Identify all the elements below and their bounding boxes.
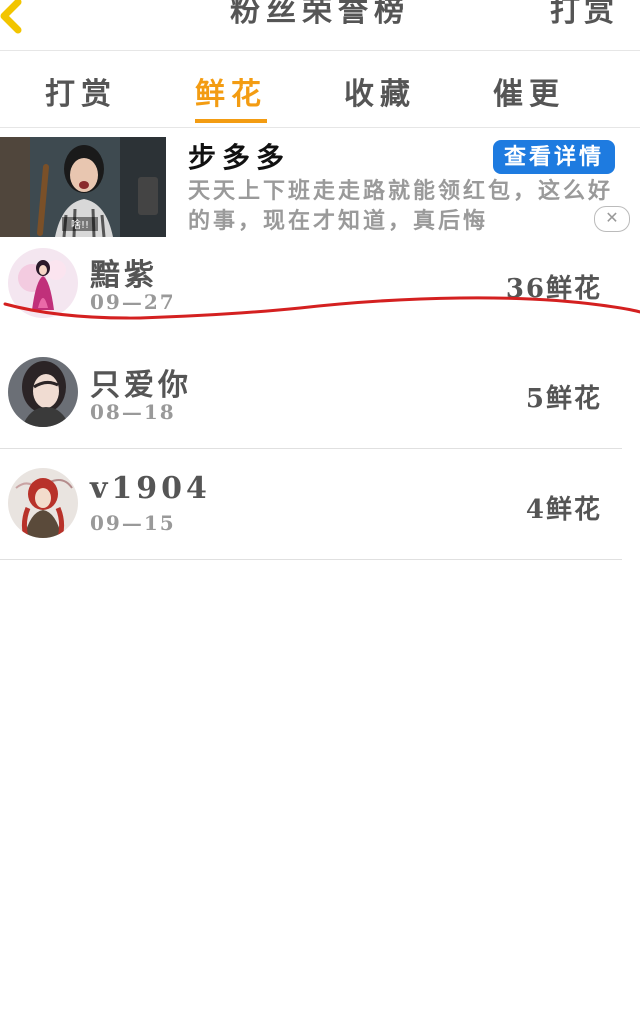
fan-name: 黯紫 — [90, 258, 158, 293]
tab-flowers[interactable]: 鲜花 — [181, 69, 281, 113]
avatar[interactable] — [8, 248, 78, 318]
avatar[interactable] — [8, 468, 78, 538]
ad-app-name: 步多多 — [188, 141, 291, 174]
fan-row[interactable]: 只爱你 08—18 5鲜花 — [0, 338, 622, 449]
ad-banner[interactable]: 啥!! 步多多 查看详情 天天上下班走走路就能领红包，这么好的事，现在才知道，真… — [0, 130, 640, 238]
fan-row[interactable]: v1904 09—15 4鲜花 — [0, 449, 622, 560]
fan-date: 08—18 — [90, 400, 176, 424]
tab-favorites[interactable]: 收藏 — [330, 69, 430, 113]
flower-count: 36鲜花 — [505, 274, 602, 304]
view-details-button[interactable]: 查看详情 — [493, 140, 615, 174]
close-icon: ✕ — [605, 208, 619, 227]
avatar[interactable] — [8, 357, 78, 427]
fan-date: 09—27 — [90, 290, 176, 314]
flower-count: 4鲜花 — [525, 495, 602, 525]
tab-reward[interactable]: 打赏 — [31, 69, 131, 113]
fan-row[interactable]: 黯紫 09—27 36鲜花 — [0, 240, 622, 351]
ad-description: 天天上下班走走路就能领红包，这么好的事，现在才知道，真后悔 — [188, 178, 614, 234]
ad-image-caption: 啥!! — [71, 218, 89, 231]
top-bar: 粉丝荣誉榜 打赏 — [0, 0, 640, 51]
ad-close-button[interactable]: ✕ — [594, 206, 630, 232]
page-title: 粉丝荣誉榜 — [230, 0, 410, 29]
tab-bar: 打赏 鲜花 收藏 催更 — [0, 51, 640, 128]
flower-count: 5鲜花 — [525, 384, 602, 414]
fan-date: 09—15 — [90, 511, 176, 535]
tab-urge-update[interactable]: 催更 — [479, 69, 579, 113]
fan-name: 只爱你 — [90, 368, 192, 403]
ad-image[interactable]: 啥!! — [0, 137, 166, 237]
fan-name: v1904 — [90, 471, 211, 506]
reward-button[interactable]: 打赏 — [550, 0, 618, 30]
active-tab-indicator — [195, 119, 267, 123]
